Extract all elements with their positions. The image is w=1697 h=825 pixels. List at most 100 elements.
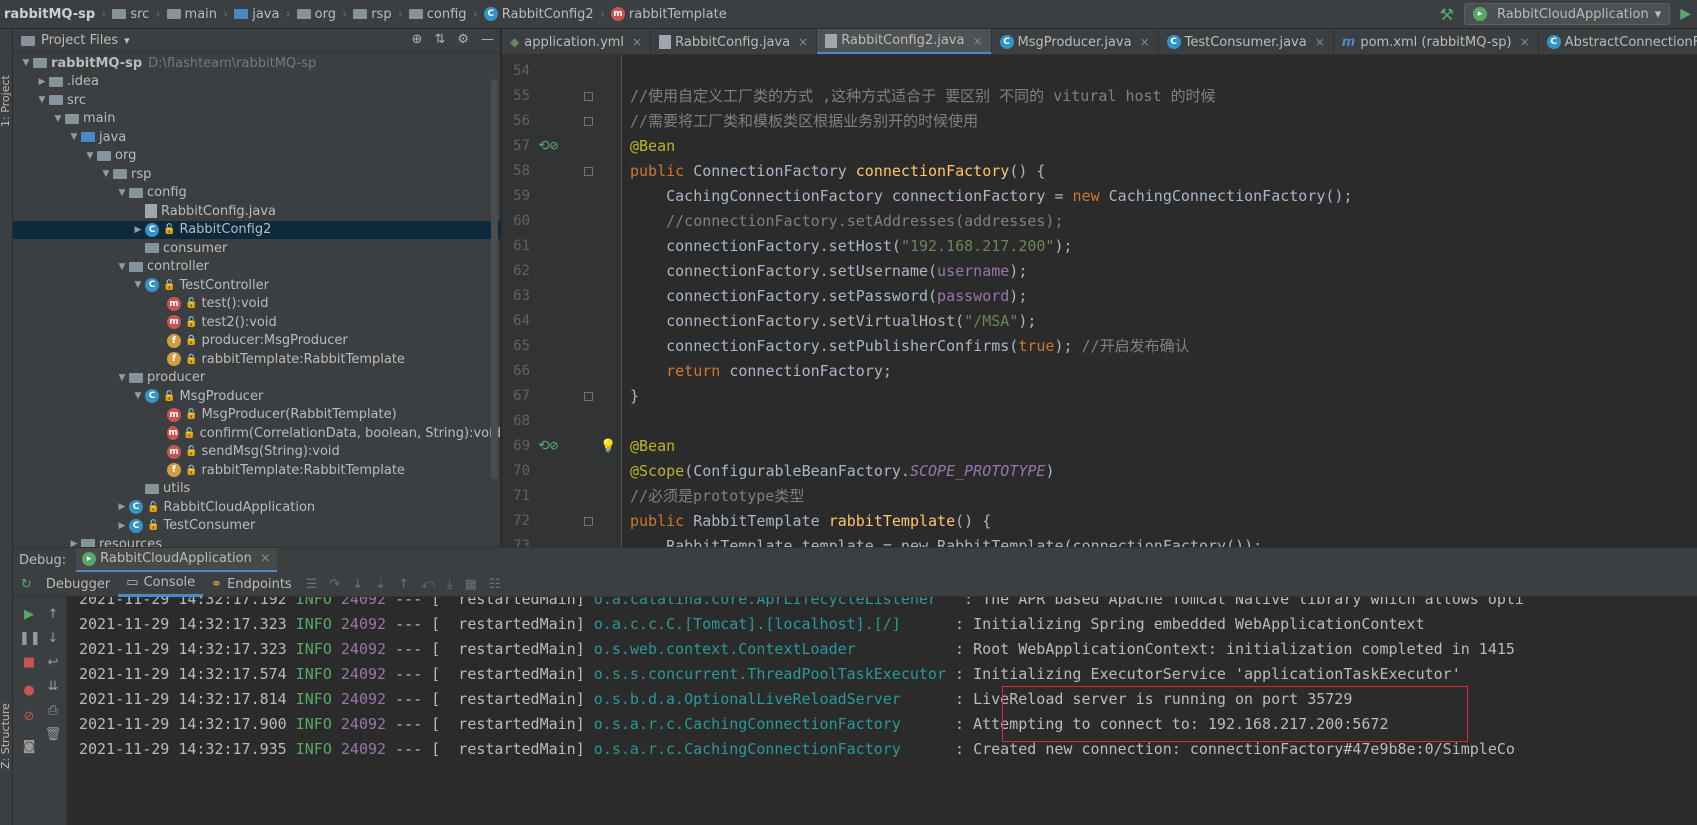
minimize-icon[interactable]: — — [481, 32, 494, 47]
run-configuration-select[interactable]: ▸ RabbitCloudApplication ▾ — [1463, 3, 1671, 25]
tab-console[interactable]: ▭ Console — [118, 572, 204, 597]
chevron-right-icon[interactable]: ▶ — [131, 225, 145, 235]
chevron-down-icon[interactable]: ▼ — [99, 169, 113, 179]
tree-item-msgproducer-constructor[interactable]: m 🔓 MsgProducer(RabbitTemplate) — [13, 406, 500, 425]
tree-item-rsp[interactable]: ▼ rsp — [13, 165, 500, 184]
pause-icon[interactable]: ❚❚ — [19, 629, 41, 649]
chevron-right-icon[interactable]: ▶ — [115, 502, 129, 512]
tree-item-rabbitconfig-java[interactable]: RabbitConfig.java — [13, 202, 500, 221]
tree-item-src[interactable]: ▼ src — [13, 91, 500, 110]
fold-icon[interactable] — [584, 117, 593, 126]
tree-item-rabbittemplate-field[interactable]: f 🔒 rabbitTemplate:RabbitTemplate — [13, 350, 500, 369]
locate-icon[interactable]: ⊕ — [412, 32, 423, 47]
up-arrow-icon[interactable]: ↑ — [43, 605, 63, 625]
close-icon[interactable]: × — [972, 34, 982, 48]
tab-application-yml[interactable]: ◆ application.yml × — [502, 29, 652, 54]
scroll-to-end-icon[interactable]: ⇊ — [43, 677, 63, 697]
tab-endpoints[interactable]: ⚭ Endpoints — [203, 572, 300, 597]
tree-item-producer-field[interactable]: f 🔒 producer:MsgProducer — [13, 332, 500, 351]
menu-icon[interactable]: ☰ — [306, 577, 318, 592]
step-out-icon[interactable]: ↑ — [398, 577, 409, 592]
breadcrumb-method[interactable]: m rabbitTemplate — [610, 7, 727, 22]
chevron-down-icon[interactable]: ▼ — [35, 95, 49, 105]
tree-item-consumer[interactable]: consumer — [13, 239, 500, 258]
run-icon[interactable]: ▶ — [1680, 6, 1691, 22]
tab-pom-xml[interactable]: m pom.xml (rabbitMQ-sp) × — [1334, 29, 1539, 54]
tab-rabbitconfig-java[interactable]: RabbitConfig.java × — [651, 29, 818, 54]
fold-icon[interactable] — [584, 392, 593, 401]
tree-item-java[interactable]: ▼ java — [13, 128, 500, 147]
resume-icon[interactable]: ▶ — [19, 605, 39, 625]
tree-item-test-method[interactable]: m 🔓 test():void — [13, 295, 500, 314]
step-into-icon[interactable]: ↓ — [352, 577, 363, 592]
tree-item-main[interactable]: ▼ main — [13, 110, 500, 129]
project-view-selector[interactable]: Project Files — [41, 33, 118, 48]
breadcrumb-java[interactable]: java — [234, 7, 279, 22]
chevron-down-icon[interactable]: ▼ — [19, 58, 33, 68]
print-icon[interactable]: ⎙ — [43, 701, 63, 721]
tree-item-test2-method[interactable]: m 🔓 test2():void — [13, 313, 500, 332]
rerun-icon[interactable]: ↻ — [21, 577, 32, 592]
breadcrumb-rsp[interactable]: rsp — [353, 7, 392, 22]
tree-item-config[interactable]: ▼ config — [13, 184, 500, 203]
tab-abstractconnectionfactory[interactable]: CAbstractConnectionFactory.class — [1539, 29, 1697, 54]
tab-msgproducer-java[interactable]: C MsgProducer.java × — [992, 29, 1159, 54]
close-icon[interactable]: × — [1520, 35, 1530, 49]
collapse-all-icon[interactable]: ⇅ — [434, 32, 445, 47]
structure-tool-tab[interactable]: Z: Structure — [0, 703, 12, 769]
view-breakpoints-icon[interactable]: ● — [19, 681, 39, 701]
soft-wrap-icon[interactable]: ↩ — [43, 653, 63, 673]
tree-item-producer-rabbittemplate-field[interactable]: f 🔒 rabbitTemplate:RabbitTemplate — [13, 461, 500, 480]
fold-icon[interactable] — [584, 517, 593, 526]
fold-icon[interactable] — [584, 167, 593, 176]
tab-testconsumer-java[interactable]: C TestConsumer.java × — [1159, 29, 1334, 54]
stop-icon[interactable]: ■ — [19, 653, 39, 673]
chevron-right-icon[interactable]: ▶ — [35, 77, 49, 87]
code-editor[interactable]: 54 55 //使用自定义工厂类的方式 ,这种方式适合于 要区别 不同的 vitu… — [502, 55, 1697, 547]
close-icon[interactable]: × — [632, 35, 642, 49]
drop-frame-icon[interactable]: ⤺ — [421, 577, 435, 592]
breadcrumb-class[interactable]: C RabbitConfig2 — [483, 7, 594, 22]
chevron-down-icon[interactable]: ▼ — [131, 280, 145, 290]
bean-navigation-icon[interactable]: ⟲⊘ — [538, 134, 558, 159]
close-icon[interactable]: × — [1140, 35, 1150, 49]
down-arrow-icon[interactable]: ↓ — [43, 629, 63, 649]
breadcrumb-config[interactable]: config — [408, 7, 467, 22]
console-output[interactable]: 2021-11-29 14:32:17.192 INFO 24092 --- [… — [67, 597, 1697, 825]
close-icon[interactable]: × — [1315, 35, 1325, 49]
tree-item-rabbitconfig2[interactable]: ▶ C 🔓 RabbitConfig2 — [13, 220, 500, 239]
tree-item-org[interactable]: ▼ org — [13, 147, 500, 166]
breadcrumb-src[interactable]: src — [112, 7, 149, 22]
camera-icon[interactable]: ◙ — [19, 737, 39, 757]
tree-item-utils[interactable]: utils — [13, 480, 500, 499]
chevron-down-icon[interactable]: ▼ — [115, 373, 129, 383]
tree-item-producer[interactable]: ▼ producer — [13, 369, 500, 388]
chevron-down-icon[interactable]: ▼ — [67, 132, 81, 142]
project-scrollbar[interactable] — [491, 79, 498, 479]
evaluate-icon[interactable]: ▦ — [465, 577, 477, 592]
gear-icon[interactable]: ⚙ — [457, 32, 469, 47]
project-tool-tab[interactable]: 1: Project — [0, 75, 12, 127]
tree-item-testconsumer[interactable]: ▶ C 🔓 TestConsumer — [13, 517, 500, 536]
tree-item-resources[interactable]: ▶ resources — [13, 535, 500, 547]
trace-icon[interactable]: ☷ — [489, 577, 501, 592]
breadcrumb-org[interactable]: org — [296, 7, 336, 22]
tree-item-confirm-method[interactable]: m 🔓 confirm(CorrelationData, boolean, Stri… — [13, 424, 500, 443]
tab-rabbitconfig2-java[interactable]: RabbitConfig2.java × — [817, 29, 992, 54]
close-icon[interactable]: × — [798, 35, 808, 49]
lightbulb-icon[interactable]: 💡 — [600, 434, 616, 459]
force-step-into-icon[interactable]: ⇣ — [375, 577, 386, 592]
hammer-icon[interactable]: ⚒ — [1440, 5, 1454, 24]
chevron-down-icon[interactable]: ▼ — [51, 114, 65, 124]
tree-item-project-root[interactable]: ▼ rabbitMQ-sp D:\flashteam\rabbitMQ-sp — [13, 54, 500, 73]
close-icon[interactable]: × — [260, 551, 271, 566]
chevron-down-icon[interactable]: ▾ — [124, 34, 130, 47]
debug-session-tab[interactable]: ▸ RabbitCloudApplication × — [76, 547, 277, 573]
tree-item-msgproducer[interactable]: ▼ C 🔓 MsgProducer — [13, 387, 500, 406]
tree-item-sendmsg-method[interactable]: m 🔓 sendMsg(String):void — [13, 443, 500, 462]
breadcrumb-project[interactable]: rabbitMQ-sp — [4, 7, 95, 22]
breadcrumb-main[interactable]: main — [166, 7, 217, 22]
chevron-right-icon[interactable]: ▶ — [67, 539, 81, 547]
tree-item-testcontroller[interactable]: ▼ C 🔓 TestController — [13, 276, 500, 295]
tree-item-idea[interactable]: ▶ .idea — [13, 73, 500, 92]
